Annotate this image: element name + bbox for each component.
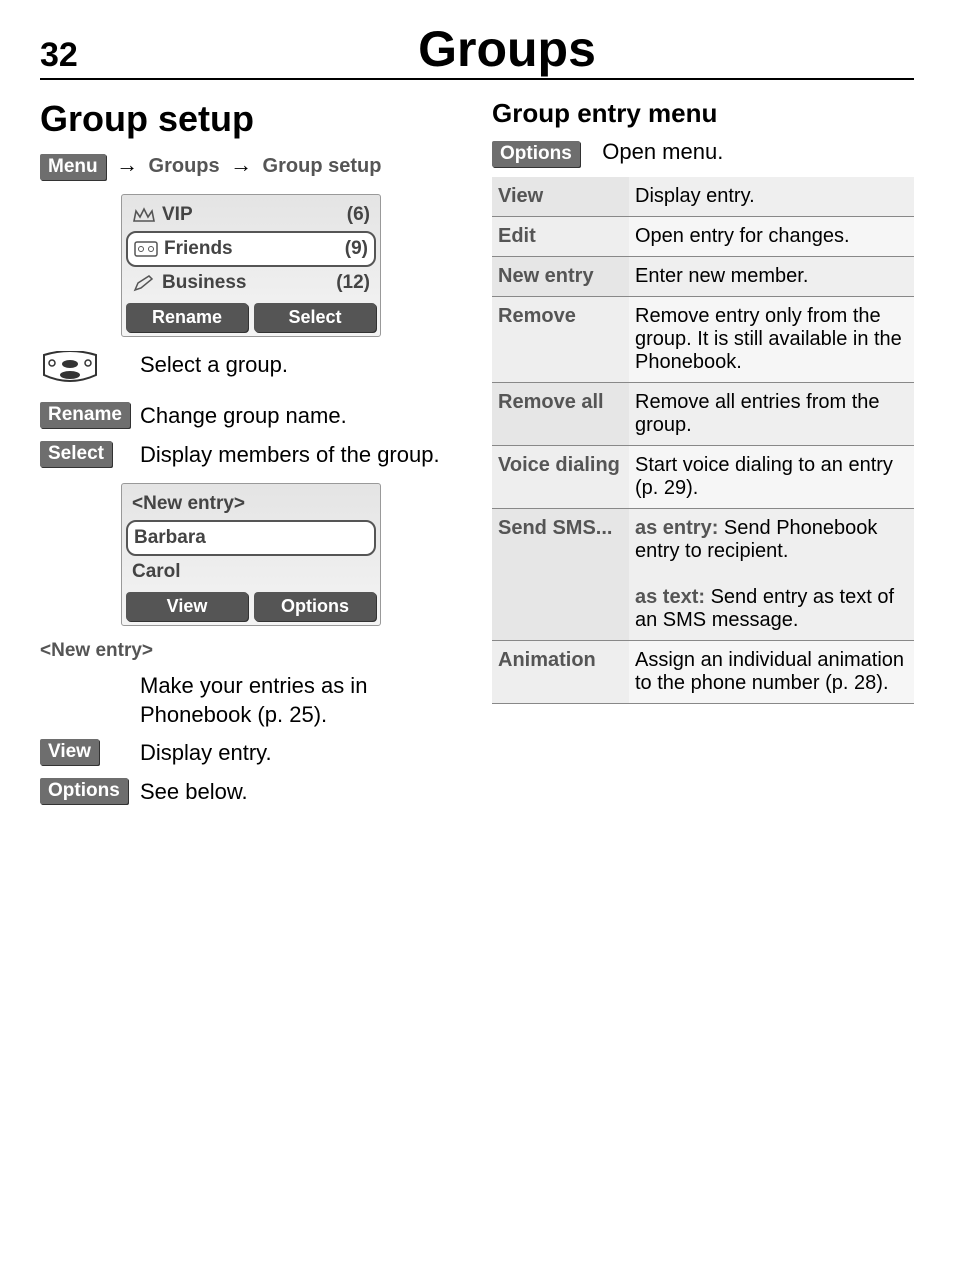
- list-item-label: Carol: [132, 561, 370, 583]
- page-title: Groups: [100, 20, 914, 78]
- arrow-icon: →: [116, 152, 138, 177]
- option-key: Send SMS...: [492, 509, 629, 641]
- option-key: View: [492, 177, 629, 217]
- select-button[interactable]: Select: [40, 441, 112, 467]
- list-item[interactable]: <New entry>: [126, 488, 376, 520]
- send-sms-as-entry-label: as entry:: [635, 517, 718, 539]
- softkey-select[interactable]: Select: [254, 303, 376, 332]
- list-item-count: (6): [347, 204, 370, 226]
- page-number: 32: [40, 36, 100, 75]
- options-button[interactable]: Options: [492, 141, 580, 167]
- phone-screen-members: <New entry> Barbara Carol View Options: [121, 483, 381, 626]
- list-item-label: Business: [162, 272, 336, 294]
- options-button[interactable]: Options: [40, 778, 128, 804]
- option-key: Voice dialing: [492, 446, 629, 509]
- subheading-group-entry-menu: Group entry menu: [492, 98, 914, 129]
- rename-button[interactable]: Rename: [40, 402, 130, 428]
- options-description: See below.: [140, 778, 462, 807]
- breadcrumb-level2: Group setup: [263, 155, 382, 177]
- pen-icon: [132, 273, 156, 293]
- menu-button[interactable]: Menu: [40, 154, 106, 180]
- option-key: Remove: [492, 297, 629, 383]
- arrow-icon: →: [230, 152, 252, 177]
- option-value: Enter new member.: [629, 257, 914, 297]
- view-description: Display entry.: [140, 739, 462, 768]
- table-row: Send SMS... as entry: Send Phonebook ent…: [492, 509, 914, 641]
- section-heading-group-setup: Group setup: [40, 98, 462, 140]
- breadcrumb: Menu → Groups → Group setup: [40, 152, 462, 180]
- table-row: Remove Remove entry only from the group.…: [492, 297, 914, 383]
- list-item-count: (9): [345, 238, 368, 260]
- option-value: Display entry.: [629, 177, 914, 217]
- option-value: Remove all entries from the group.: [629, 383, 914, 446]
- list-item-label: VIP: [162, 204, 347, 226]
- list-item[interactable]: VIP (6): [126, 199, 376, 231]
- options-table: View Display entry. Edit Open entry for …: [492, 177, 914, 704]
- table-row: Remove all Remove all entries from the g…: [492, 383, 914, 446]
- table-row: View Display entry.: [492, 177, 914, 217]
- option-value: as entry: Send Phonebook entry to recipi…: [629, 509, 914, 641]
- list-item-label: Barbara: [134, 527, 368, 549]
- list-item-label: Friends: [164, 238, 345, 260]
- option-key: Edit: [492, 217, 629, 257]
- options-open-menu-text: Open menu.: [602, 139, 723, 164]
- option-key: Animation: [492, 641, 629, 704]
- breadcrumb-level1: Groups: [149, 155, 220, 177]
- option-key: Remove all: [492, 383, 629, 446]
- option-value: Open entry for changes.: [629, 217, 914, 257]
- phone-screen-groups: VIP (6) Friends (9) Business (12) Rename…: [121, 194, 381, 337]
- table-row: Edit Open entry for changes.: [492, 217, 914, 257]
- list-item-count: (12): [336, 272, 370, 294]
- softkey-view[interactable]: View: [126, 592, 248, 621]
- rename-description: Change group name.: [140, 402, 462, 431]
- option-key: New entry: [492, 257, 629, 297]
- option-value: Remove entry only from the group. It is …: [629, 297, 914, 383]
- list-item-label: <New entry>: [132, 493, 370, 515]
- navkey-icon: [40, 351, 100, 392]
- new-entry-heading: <New entry>: [40, 640, 462, 662]
- new-entry-description: Make your entries as in Phonebook (p. 25…: [140, 672, 462, 729]
- send-sms-as-text-label: as text:: [635, 586, 705, 608]
- table-row: Animation Assign an individual animation…: [492, 641, 914, 704]
- list-item[interactable]: Business (12): [126, 267, 376, 299]
- table-row: Voice dialing Start voice dialing to an …: [492, 446, 914, 509]
- option-value: Start voice dialing to an entry (p. 29).: [629, 446, 914, 509]
- table-row: New entry Enter new member.: [492, 257, 914, 297]
- list-item[interactable]: Barbara: [126, 520, 376, 556]
- view-button[interactable]: View: [40, 739, 99, 765]
- option-value: Assign an individual animation to the ph…: [629, 641, 914, 704]
- softkey-rename[interactable]: Rename: [126, 303, 248, 332]
- crown-icon: [132, 205, 156, 225]
- softkey-options[interactable]: Options: [254, 592, 376, 621]
- cassette-icon: [134, 239, 158, 259]
- list-item[interactable]: Carol: [126, 556, 376, 588]
- navkey-description: Select a group.: [140, 351, 462, 380]
- select-description: Display members of the group.: [140, 441, 462, 470]
- list-item[interactable]: Friends (9): [126, 231, 376, 267]
